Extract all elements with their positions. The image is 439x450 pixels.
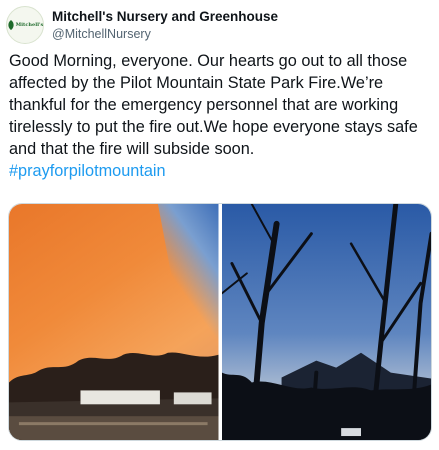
photo-dusk-trees[interactable] xyxy=(221,204,432,440)
tweet-header: Mitchell's Mitchell's Nursery and Greenh… xyxy=(6,6,278,44)
media-grid xyxy=(8,203,432,441)
leaf-icon xyxy=(7,20,14,30)
author-names: Mitchell's Nursery and Greenhouse @Mitch… xyxy=(52,9,278,42)
tweet-body: Good Morning, everyone. Our hearts go ou… xyxy=(9,52,423,158)
hashtag-link[interactable]: #prayforpilotmountain xyxy=(9,162,166,180)
tweet-text: Good Morning, everyone. Our hearts go ou… xyxy=(9,50,437,182)
avatar-logo-text: Mitchell's xyxy=(15,21,44,28)
photo-orange-smoke[interactable] xyxy=(9,204,219,440)
display-name[interactable]: Mitchell's Nursery and Greenhouse xyxy=(52,9,278,25)
tweet-card[interactable]: Mitchell's Mitchell's Nursery and Greenh… xyxy=(0,0,439,450)
nursery-logo: Mitchell's xyxy=(7,20,44,30)
avatar[interactable]: Mitchell's xyxy=(6,6,44,44)
user-handle[interactable]: @MitchellNursery xyxy=(52,26,278,42)
